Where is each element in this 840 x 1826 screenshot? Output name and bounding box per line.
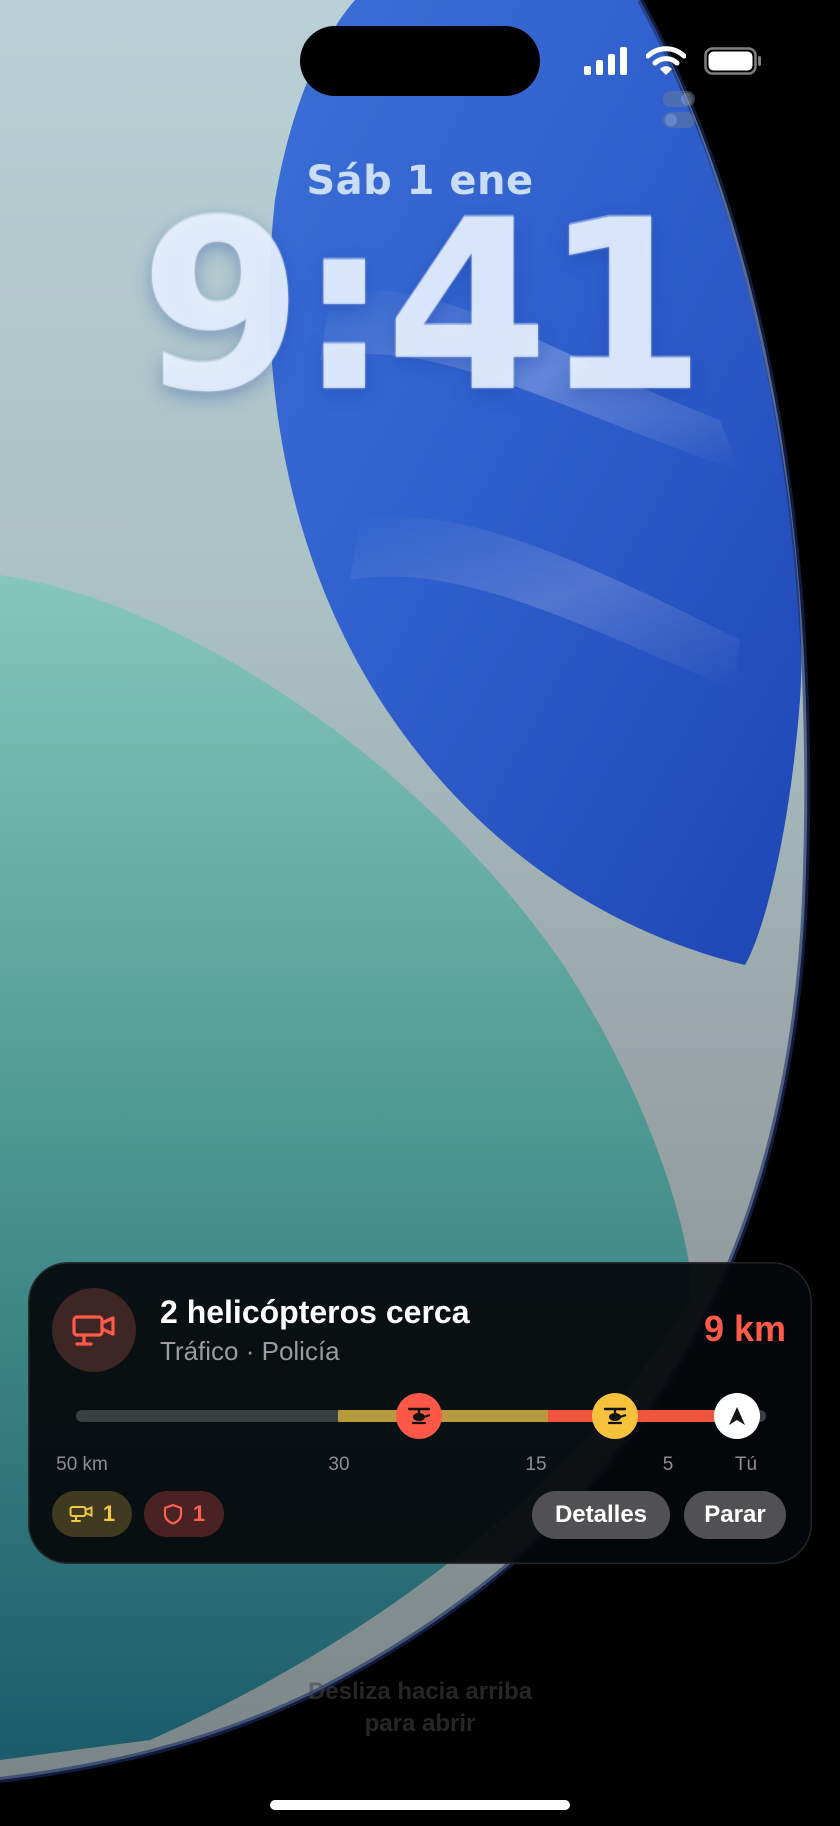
user-position-marker <box>714 1393 760 1439</box>
swipe-hint-line1: Desliza hacia arriba <box>307 1678 533 1705</box>
live-activity-card[interactable]: 2 helicópteros cerca Tráfico · Policía 9… <box>28 1262 812 1564</box>
swipe-hint: Desliza hacia arriba para abrir <box>0 1676 840 1740</box>
scale-label-30: 30 <box>328 1454 350 1475</box>
swipe-hint-line2: para abrir <box>364 1710 476 1737</box>
battery-icon <box>704 47 761 75</box>
camera-small-icon <box>69 1506 93 1522</box>
police-count-chip: 1 <box>144 1491 224 1537</box>
helicopter-yellow-marker <box>592 1393 638 1439</box>
status-bar <box>584 46 762 76</box>
scale-label-50: 50 km <box>56 1454 108 1475</box>
shield-icon <box>163 1503 182 1525</box>
scale-label-5: 5 <box>662 1454 674 1475</box>
dynamic-island <box>300 26 540 96</box>
stop-button[interactable]: Parar <box>684 1491 786 1539</box>
track-segment-red <box>548 1410 738 1422</box>
scale-label-15: 15 <box>525 1454 547 1475</box>
camera-count-chip: 1 <box>52 1491 132 1537</box>
track-segment-yellow <box>338 1410 548 1422</box>
helicopter-red-marker <box>396 1393 442 1439</box>
details-button[interactable]: Detalles <box>532 1491 670 1539</box>
helicopter-red-icon <box>407 1407 431 1425</box>
camera-count: 1 <box>102 1501 116 1526</box>
lock-time: 9:41 <box>139 171 707 444</box>
focus-toggle-icon <box>663 91 695 128</box>
camera-icon <box>72 1315 115 1346</box>
location-arrow-icon <box>729 1407 745 1425</box>
wifi-icon <box>646 46 686 75</box>
cellular-signal-icon <box>584 47 627 75</box>
activity-title: 2 helicópteros cerca <box>160 1294 470 1330</box>
activity-distance: 9 km <box>703 1308 786 1349</box>
scale-label-you: Tú <box>734 1454 758 1475</box>
police-count: 1 <box>192 1501 206 1526</box>
alert-icon-badge <box>52 1288 136 1372</box>
home-indicator[interactable] <box>270 1800 570 1810</box>
activity-subtitle: Tráfico · Policía <box>160 1336 340 1366</box>
helicopter-yellow-icon <box>603 1407 627 1425</box>
